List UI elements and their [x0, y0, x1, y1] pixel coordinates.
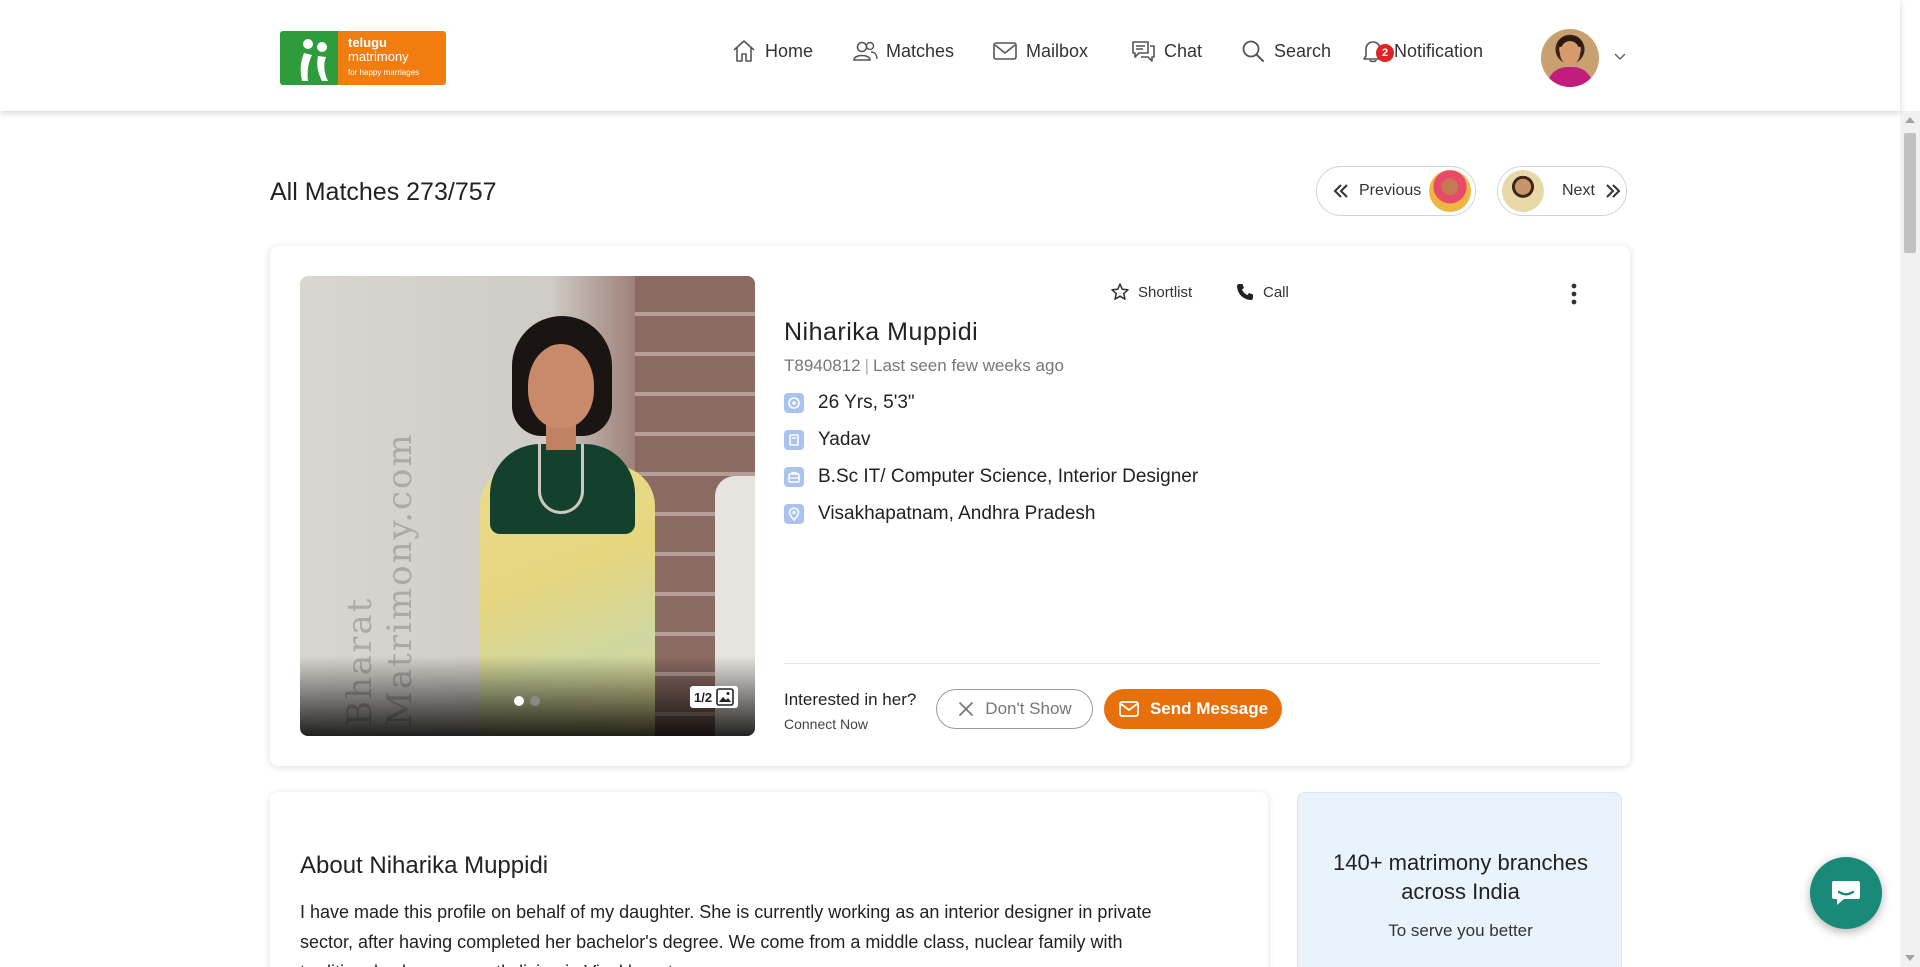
page-scrollbar[interactable] [1900, 111, 1920, 967]
logo-tagline: for happy marriages [348, 68, 420, 77]
briefcase-icon [784, 467, 804, 487]
location-text: Visakhapatnam, Andhra Pradesh [818, 503, 1096, 524]
meta-separator: | [864, 356, 869, 375]
nav-notification-label: Notification [1394, 40, 1484, 61]
profile-card: Bharat Matrimony.com 1/2 Shortlist Call … [270, 246, 1630, 766]
detail-education-job: B.Sc IT/ Computer Science, Interior Desi… [784, 466, 1198, 488]
phone-icon [1237, 284, 1253, 300]
logo-text-line2: matrimony [348, 49, 409, 64]
photo-counter[interactable]: 1/2 [690, 686, 739, 708]
profile-photo[interactable]: Bharat Matrimony.com 1/2 [300, 276, 755, 736]
location-pin-icon [784, 504, 804, 524]
star-icon [1111, 283, 1129, 300]
branches-subtitle: To serve you better [1388, 921, 1533, 940]
page-title: All Matches 273/757 [270, 178, 497, 206]
telugu-matrimony-logo[interactable]: telugu matrimony for happy marriages [280, 31, 446, 85]
about-text: I have made this profile on behalf of my… [300, 902, 1152, 967]
nav-chat[interactable]: Chat [1130, 36, 1202, 66]
previous-label: Previous [1359, 182, 1422, 199]
scroll-down-arrow[interactable] [1905, 955, 1915, 961]
detail-community: Yadav [784, 429, 870, 451]
card-divider [784, 663, 1600, 664]
double-chevron-right-icon [1606, 184, 1621, 198]
mail-icon [1119, 701, 1139, 717]
community-text: Yadav [818, 429, 871, 450]
chat-icon [1132, 41, 1155, 62]
next-profile-button[interactable]: Next [1497, 166, 1627, 216]
age-height-text: 26 Yrs, 5'3" [818, 392, 915, 413]
call-label: Call [1263, 283, 1289, 301]
detail-age-height: 26 Yrs, 5'3" [784, 392, 915, 414]
nav-home[interactable]: Home [731, 36, 813, 66]
next-label: Next [1562, 182, 1595, 199]
nav-search[interactable]: Search [1240, 36, 1331, 66]
next-profile-thumbnail [1502, 170, 1544, 212]
logo-text-line1: telugu [348, 35, 387, 50]
call-button[interactable]: Call [1235, 282, 1289, 302]
nav-chat-label: Chat [1164, 40, 1203, 61]
about-title: About Niharika Muppidi [300, 852, 549, 879]
avatar-shirt [1547, 67, 1593, 87]
mail-icon [993, 42, 1017, 60]
education-job-text: B.Sc IT/ Computer Science, Interior Desi… [818, 466, 1199, 487]
carousel-dot[interactable] [530, 696, 540, 706]
about-card: About Niharika Muppidi I have made this … [270, 792, 1268, 967]
interest-question: Interested in her? [784, 690, 917, 709]
nav-mailbox[interactable]: Mailbox [992, 36, 1088, 66]
gallery-icon [716, 688, 734, 706]
nav-mailbox-label: Mailbox [1026, 40, 1089, 61]
shortlist-button[interactable]: Shortlist [1110, 282, 1192, 302]
double-chevron-left-icon [1333, 184, 1348, 198]
user-avatar[interactable] [1541, 29, 1599, 87]
previous-profile-button[interactable]: Previous [1316, 166, 1476, 216]
dont-show-button[interactable]: Don't Show [936, 689, 1093, 729]
carousel-dot-active[interactable] [514, 696, 524, 706]
nav-search-label: Search [1274, 40, 1332, 61]
shortlist-label: Shortlist [1138, 283, 1193, 301]
search-icon [1242, 40, 1264, 62]
previous-profile-thumbnail [1429, 170, 1472, 212]
scroll-up-arrow[interactable] [1905, 117, 1915, 123]
send-message-button[interactable]: Send Message [1104, 689, 1282, 729]
notification-bell: 2 [1360, 38, 1394, 64]
top-navigation-bar: telugu matrimony for happy marriages Hom… [0, 0, 1900, 111]
chevron-down-icon[interactable] [1613, 49, 1627, 63]
nav-notification[interactable]: 2 Notification [1360, 36, 1483, 66]
support-chat-button[interactable] [1810, 857, 1882, 929]
age-height-icon [784, 393, 804, 413]
profile-name: Niharika Muppidi [784, 318, 979, 346]
avatar-face [1560, 41, 1580, 65]
send-message-label: Send Message [1149, 699, 1269, 718]
branches-card: 140+ matrimony branches across India To … [1297, 792, 1622, 967]
nav-matches-label: Matches [886, 40, 955, 61]
person-face [528, 344, 594, 428]
notification-count-badge: 2 [1376, 44, 1394, 62]
branches-title: 140+ matrimony branches across India [1333, 850, 1588, 904]
last-seen: Last seen few weeks ago [873, 356, 1064, 375]
close-icon [959, 702, 974, 716]
nav-matches[interactable]: Matches [852, 36, 954, 66]
chat-bubble-icon [1832, 881, 1860, 905]
people-icon [853, 41, 878, 61]
more-options-icon[interactable] [1570, 282, 1578, 306]
home-icon [733, 40, 755, 62]
photo-carousel-dots[interactable] [514, 696, 540, 706]
profile-meta: T8940812 | Last seen few weeks ago [784, 356, 1064, 376]
community-icon [784, 430, 804, 450]
scroll-thumb[interactable] [1904, 133, 1916, 253]
interest-subtext: Connect Now [784, 716, 869, 732]
person-necklace [538, 444, 584, 514]
logo-couple-icon [300, 39, 328, 81]
dont-show-label: Don't Show [985, 699, 1072, 718]
photo-counter-text: 1/2 [694, 689, 713, 705]
profile-id: T8940812 [784, 356, 861, 375]
detail-location: Visakhapatnam, Andhra Pradesh [784, 503, 1095, 525]
nav-home-label: Home [765, 40, 814, 61]
